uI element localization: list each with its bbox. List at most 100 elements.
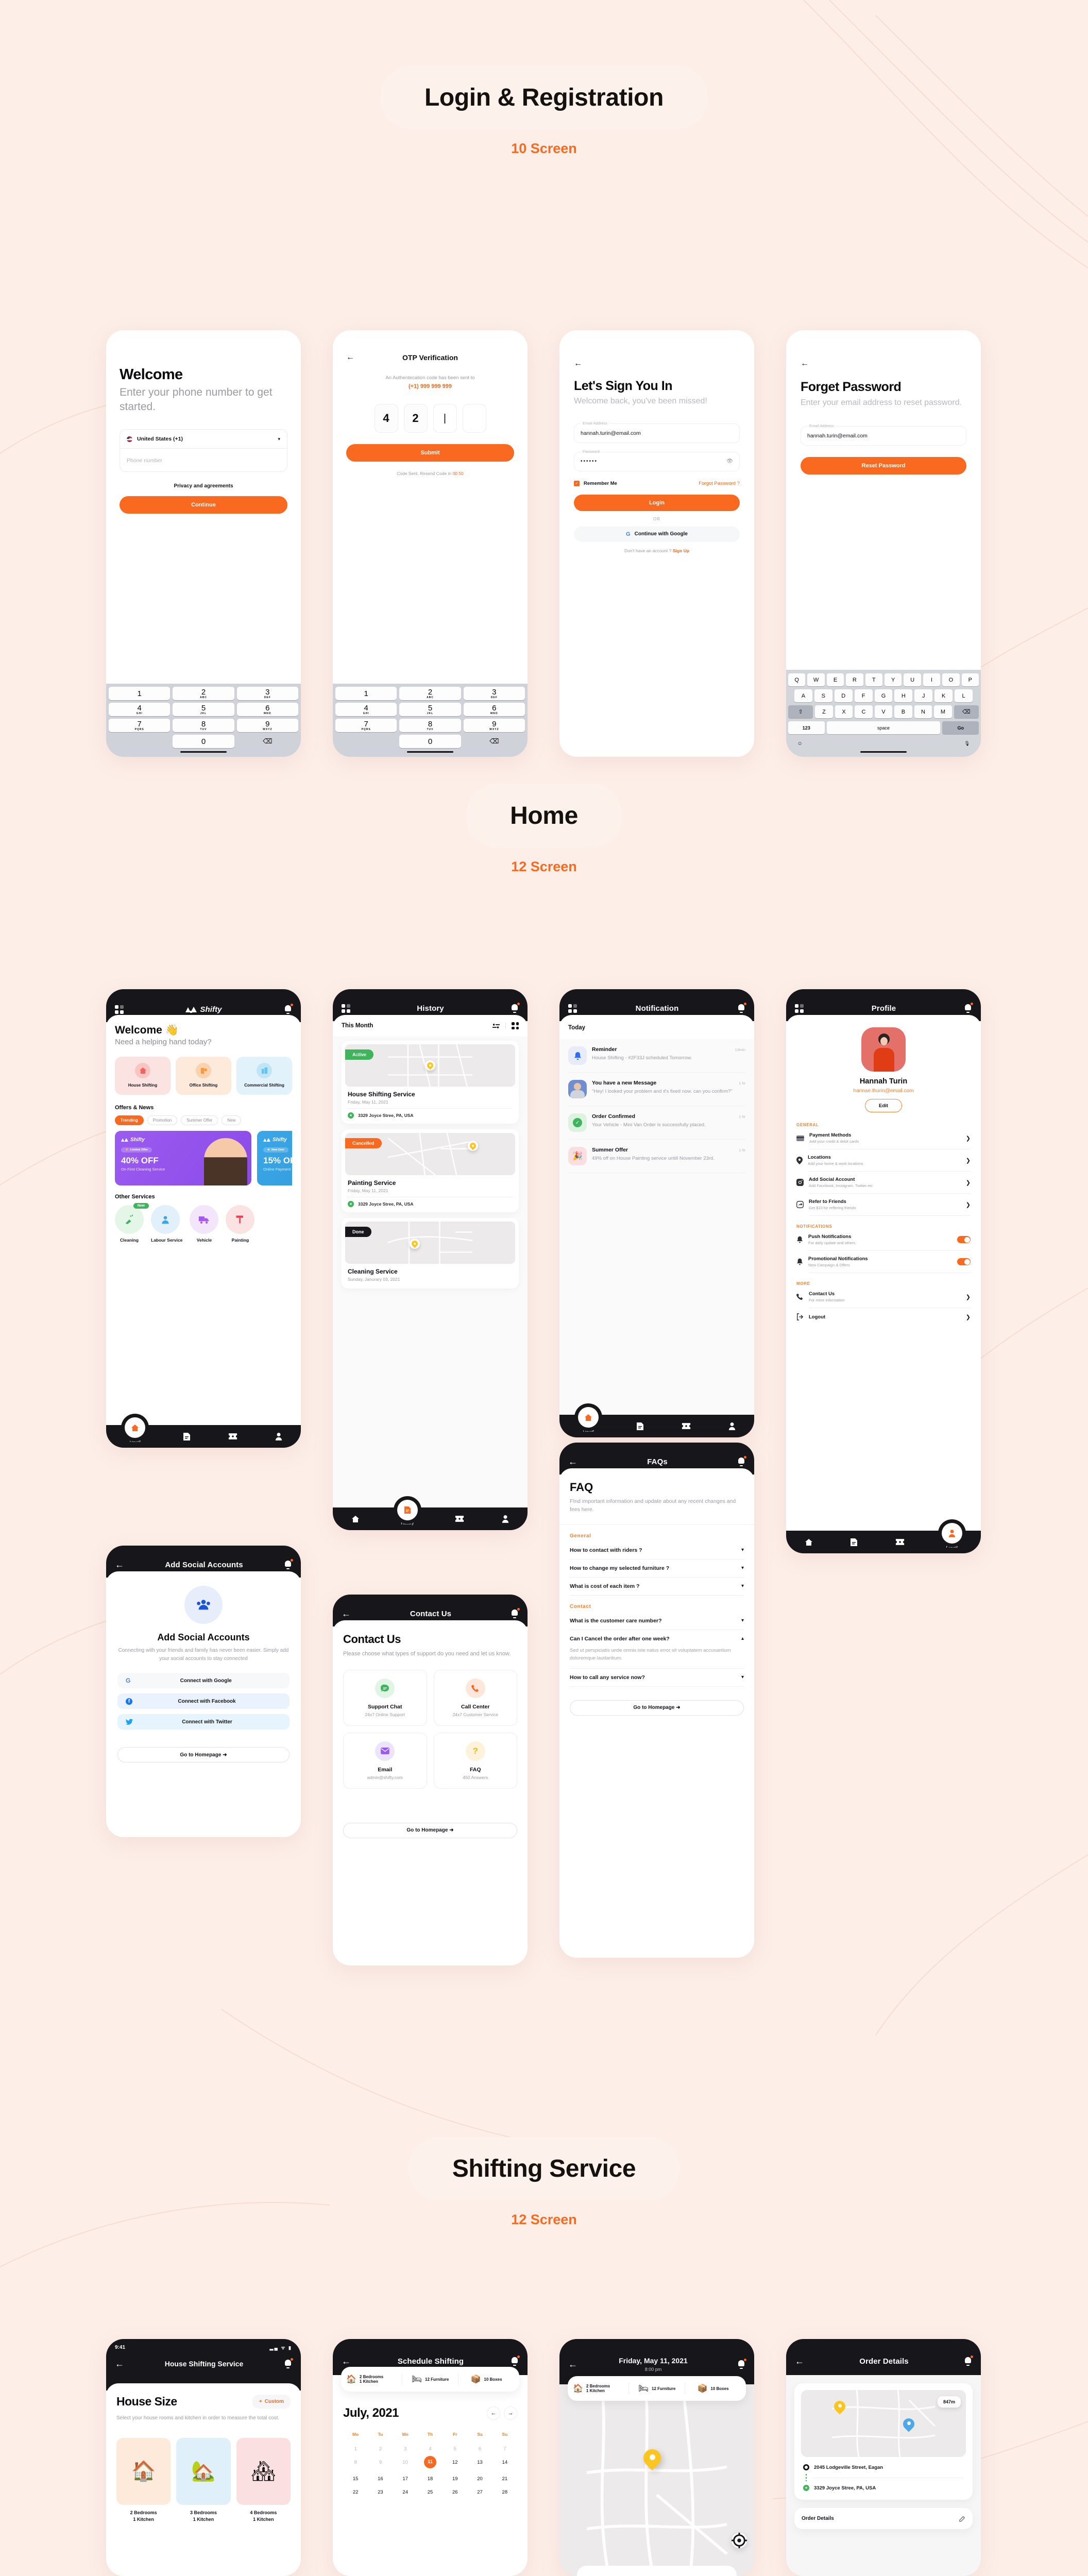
phone-input[interactable]: Phone number [120,449,287,471]
key-4[interactable]: 4 GHI [335,703,397,716]
calendar-day[interactable]: 25 [418,2489,443,2495]
notification-bell-icon[interactable] [964,2355,973,2366]
history-icon[interactable] [850,1538,858,1547]
key-8[interactable]: 8 TUV [173,719,234,732]
otp-inputs[interactable]: 4 2 | [346,404,514,433]
go-key[interactable]: Go [942,721,979,734]
key-7[interactable]: 7 PQRS [109,719,171,732]
calendar-day[interactable]: 18 [418,2476,443,2482]
key-v[interactable]: V [874,705,893,718]
key-2[interactable]: 2 ABC [399,687,461,700]
menu-grid-icon[interactable] [342,1004,350,1013]
back-arrow-icon[interactable]: ← [115,2359,124,2368]
calendar-day[interactable]: 22 [343,2489,368,2495]
back-arrow-icon[interactable]: ← [115,1560,124,1569]
go-to-homepage-button[interactable]: Go to Homepage ➜ [343,1822,517,1838]
profile-item-refer[interactable]: Refer to Friends Get $10 for reffering fr… [796,1194,971,1215]
key-z[interactable]: Z [815,705,833,718]
notification-bell-icon[interactable] [284,1559,293,1569]
profile-item-payment[interactable]: Payment Methods Add your credit & debit c… [796,1127,971,1149]
key-e[interactable]: E [826,673,844,686]
notification-bell-icon[interactable] [511,1003,520,1013]
forgot-password-link[interactable]: Forgot Password ? [699,481,740,486]
key-0[interactable]: 0 [173,735,234,748]
key-u[interactable]: U [904,673,921,686]
calendar-day[interactable]: 20 [467,2476,492,2482]
calendar-day[interactable]: 23 [368,2489,393,2495]
emoji-icon[interactable]: ☺ [788,737,811,750]
eye-icon[interactable]: 👁 [726,459,733,464]
calendar-day[interactable]: 21 [492,2476,517,2482]
shift-key[interactable]: ⇧ [788,705,813,718]
menu-grid-icon[interactable] [568,1004,577,1013]
password-field[interactable]: Password •••••• 👁 [574,449,740,471]
country-select[interactable]: United States (+1) ▾ [120,430,287,449]
notification-bell-icon[interactable] [737,1003,746,1013]
key-3[interactable]: 3 DEF [236,687,298,700]
service-card-office[interactable]: Office Shifting [176,1057,231,1095]
notification-bell-icon[interactable] [964,1003,973,1013]
key-8[interactable]: 8 TUV [399,719,461,732]
key-k[interactable]: K [934,689,953,702]
calendar-next-button[interactable]: → [504,2406,517,2420]
key-7[interactable]: 7 PQRS [335,719,397,732]
offer-banner-1[interactable]: Shifty ⚡ Limited Offer 40% OFF On First C… [115,1130,251,1185]
other-service-painting[interactable]: Painting [226,1205,255,1243]
key-d[interactable]: D [834,689,853,702]
calendar-day[interactable]: 24 [393,2489,418,2495]
avatar[interactable] [861,1027,906,1072]
key-1[interactable]: 1 [335,687,397,700]
back-arrow-icon[interactable]: ← [568,2360,577,2369]
history-card[interactable]: Cancelled Painting Service Friday, May 1… [342,1129,519,1212]
connect-twitter-button[interactable]: Connect with Twitter [117,1714,290,1730]
other-service-cleaning[interactable]: New Cleaning [115,1202,149,1243]
key-9[interactable]: 9 WXYZ [463,719,525,732]
key-0[interactable]: 0 [399,735,461,748]
profile-item-locations[interactable]: Locations Add your home & work locations … [796,1149,971,1171]
notification-item[interactable]: 🎉 Summer Offer 1 hr 49% off on House Pai… [568,1140,745,1173]
profile-icon[interactable] [502,1515,509,1523]
list-view-icon[interactable] [492,1023,500,1029]
numeric-keypad-otp[interactable]: 1 2 ABC 3 DEF 4 GHI 5 JKL 6 MNO 7 PQRS 8 TUV 9W… [333,684,528,757]
house-option-3br[interactable]: 🏡 3 Bedrooms 1 Kitchen [176,2438,231,2522]
history-filter-label[interactable]: This Month [342,1023,492,1029]
contact-card-email[interactable]: Email admin@shifty.com [343,1732,427,1789]
key-s[interactable]: S [814,689,832,702]
notification-item[interactable]: Reminder 13min House Shifting - #2F33J s… [568,1039,745,1072]
calendar-day[interactable]: 26 [443,2489,467,2495]
calendar-day[interactable]: 14 [492,2460,517,2468]
reset-password-button[interactable]: Reset Password [801,456,966,474]
calendar-day[interactable]: 17 [393,2476,418,2482]
mic-icon[interactable]: 🎙 [956,737,979,750]
key-i[interactable]: I [923,673,941,686]
privacy-link[interactable]: Privacy and agreements [120,483,287,489]
key-j[interactable]: J [914,689,933,702]
key-w[interactable]: W [807,673,825,686]
history-icon[interactable] [183,1432,191,1441]
edit-profile-button[interactable]: Edit [865,1099,902,1112]
key-c[interactable]: C [855,705,873,718]
key-9[interactable]: 9 WXYZ [236,719,298,732]
faq-item[interactable]: What is cost of each item ? ▾ [570,1578,744,1595]
history-card[interactable]: Done Cleaning Service Sunday, Janurary 0… [342,1218,519,1289]
calendar-prev-button[interactable]: ← [487,2406,500,2420]
home-icon[interactable] [351,1515,360,1523]
recenter-button[interactable] [732,2533,747,2548]
qwerty-keyboard[interactable]: Q W E R T Y U I O P A S D F G H J K L ⇧ … [786,670,981,757]
edit-icon[interactable] [959,2515,965,2522]
ticket-icon[interactable] [895,1538,905,1546]
house-option-4br[interactable]: 🏘 4 Bedrooms 1 Kitchen [236,2438,291,2522]
key-q[interactable]: Q [788,673,806,686]
tracking-map[interactable] [559,2384,754,2576]
profile-item-contact[interactable]: Contact Us For more information ❯ [796,1286,971,1308]
chip-summer-offer[interactable]: Summer Offer [181,1115,218,1125]
back-arrow-icon[interactable]: ← [568,1457,577,1466]
faq-item[interactable]: How to change my selected furniture ? ▾ [570,1560,744,1577]
profile-item-social[interactable]: Add Social Account Add Facebook, Instagra… [796,1172,971,1193]
chip-new[interactable]: New [222,1115,242,1125]
push-notifications-toggle[interactable] [957,1236,971,1243]
grid-view-icon[interactable] [512,1022,519,1029]
notification-item[interactable]: ✓ Order Confirmed 1 hr Your Vehicle - Mi… [568,1106,745,1139]
key-l[interactable]: L [955,689,973,702]
profile-item-push[interactable]: Push Notifications For daily update and o… [796,1229,971,1250]
